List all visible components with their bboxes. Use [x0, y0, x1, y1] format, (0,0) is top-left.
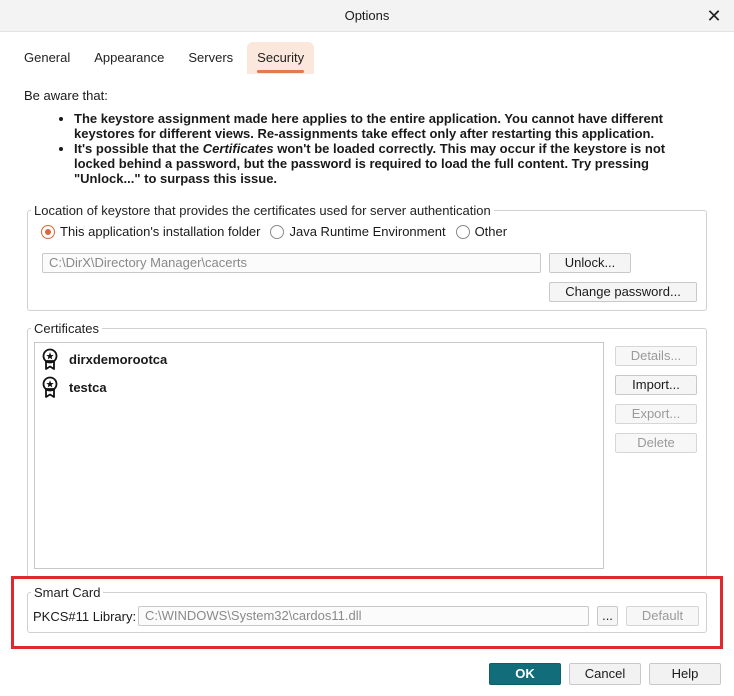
list-item[interactable]: dirxdemorootca	[39, 347, 167, 371]
unlock-button[interactable]: Unlock...	[549, 253, 631, 273]
keystore-location-options: This application's installation folder J…	[41, 224, 517, 239]
radio-label: Java Runtime Environment	[289, 224, 446, 239]
close-icon[interactable]: ✕	[702, 4, 726, 28]
delete-button[interactable]: Delete	[615, 433, 697, 453]
certificates-list[interactable]: dirxdemorootca testca	[34, 342, 604, 569]
notice-text: It's possible that the	[74, 141, 203, 156]
notice-item-certificates-load: It's possible that the Certificates won'…	[74, 141, 698, 186]
certificate-name: testca	[69, 379, 107, 395]
radio-label: Other	[474, 224, 508, 239]
notice-item-keystore-scope: The keystore assignment made here applie…	[74, 111, 698, 141]
cancel-button[interactable]: Cancel	[569, 663, 641, 685]
tab-appearance[interactable]: Appearance	[84, 42, 174, 74]
tab-servers[interactable]: Servers	[178, 42, 243, 74]
certificate-icon	[42, 348, 58, 370]
radio-installation-folder[interactable]	[41, 224, 55, 239]
certificate-name: dirxdemorootca	[69, 351, 168, 367]
radio-java-runtime[interactable]	[270, 224, 285, 239]
notice-heading: Be aware that:	[24, 88, 108, 103]
import-button[interactable]: Import...	[615, 375, 697, 395]
list-item[interactable]: testca	[39, 375, 107, 399]
certificate-icon	[42, 376, 58, 398]
details-button[interactable]: Details...	[615, 346, 697, 366]
certificates-group-legend: Certificates	[34, 321, 100, 336]
notice-emphasis: Certificates	[202, 141, 274, 156]
help-button[interactable]: Help	[649, 663, 721, 685]
radio-label: This application's installation folder	[60, 224, 261, 239]
notice-list: The keystore assignment made here applie…	[58, 111, 698, 186]
tab-general[interactable]: General	[14, 42, 80, 74]
title-bar: Options ✕	[0, 0, 734, 32]
tab-bar: General Appearance Servers Security	[14, 42, 318, 74]
export-button[interactable]: Export...	[615, 404, 697, 424]
tab-security[interactable]: Security	[247, 42, 315, 74]
change-password-button[interactable]: Change password...	[549, 282, 697, 302]
ok-button[interactable]: OK	[489, 663, 561, 685]
highlight-box	[11, 576, 723, 649]
keystore-path-field[interactable]: C:\DirX\Directory Manager\cacerts	[42, 253, 541, 273]
window-title: Options	[344, 8, 390, 23]
radio-other[interactable]	[455, 224, 470, 239]
keystore-group-legend: Location of keystore that provides the c…	[34, 203, 491, 218]
